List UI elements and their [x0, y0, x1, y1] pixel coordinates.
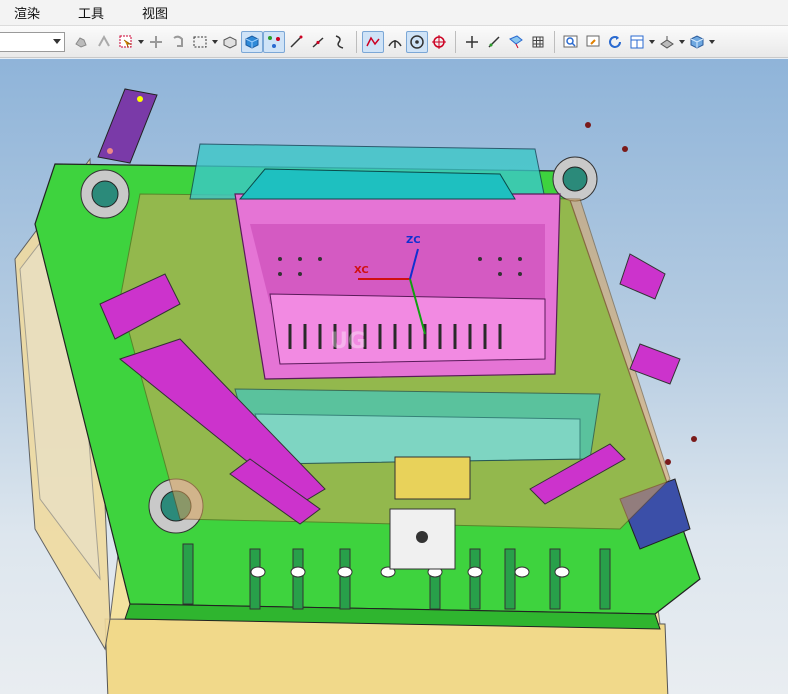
target-icon[interactable] [428, 31, 450, 53]
render-style-icon[interactable] [656, 31, 678, 53]
render-style-dropdown[interactable] [678, 31, 686, 53]
chevron-down-icon [53, 38, 61, 44]
shaded-solid-icon[interactable] [241, 30, 263, 53]
layout-dropdown[interactable] [648, 31, 656, 53]
cad-application-window: 渲染 工具 视图 XC ZC UG [0, 0, 788, 694]
cavity-insert [234, 168, 561, 380]
line-icon[interactable] [285, 31, 307, 53]
menu-tools[interactable]: 工具 [72, 1, 110, 24]
menu-bar: 渲染 工具 视图 [0, 0, 788, 26]
select-filter-icon[interactable] [115, 31, 137, 53]
cube-view-icon[interactable] [686, 31, 708, 53]
axis-zc-label: ZC [406, 235, 421, 246]
curve-icon[interactable] [329, 31, 351, 53]
zoom-fit-icon[interactable] [560, 31, 582, 53]
view-window-icon[interactable] [582, 31, 604, 53]
rotate-icon[interactable] [167, 31, 189, 53]
snap-icon[interactable] [93, 31, 115, 53]
box-select-icon[interactable] [189, 31, 211, 53]
select-filter-dropdown[interactable] [137, 31, 145, 53]
box-select-dropdown[interactable] [211, 31, 219, 53]
slash-icon[interactable] [483, 31, 505, 53]
graphics-viewport[interactable]: XC ZC UG [0, 59, 788, 694]
watermark: UG [330, 329, 366, 354]
shaded-edges-icon[interactable] [219, 31, 241, 53]
mold-assembly-model [14, 88, 701, 694]
axis-xc-label: XC [354, 265, 369, 276]
main-toolbar [0, 26, 788, 58]
selection-filter-dropdown[interactable] [0, 31, 65, 52]
cube-view-dropdown[interactable] [708, 31, 716, 53]
polyline-icon[interactable] [362, 30, 384, 53]
surface-icon[interactable] [505, 31, 527, 53]
circle-center-icon[interactable] [406, 30, 428, 53]
vertex-snap-icon[interactable] [263, 30, 285, 53]
plus-icon[interactable] [461, 31, 483, 53]
refresh-icon[interactable] [604, 31, 626, 53]
grid-icon[interactable] [527, 31, 549, 53]
line-angle-icon[interactable] [307, 31, 329, 53]
part-navigator-icon[interactable] [71, 31, 93, 53]
layout-icon[interactable] [626, 31, 648, 53]
menu-render[interactable]: 渲染 [8, 1, 46, 24]
move-icon[interactable] [145, 31, 167, 53]
menu-view[interactable]: 视图 [136, 1, 174, 24]
arc-icon[interactable] [384, 31, 406, 53]
